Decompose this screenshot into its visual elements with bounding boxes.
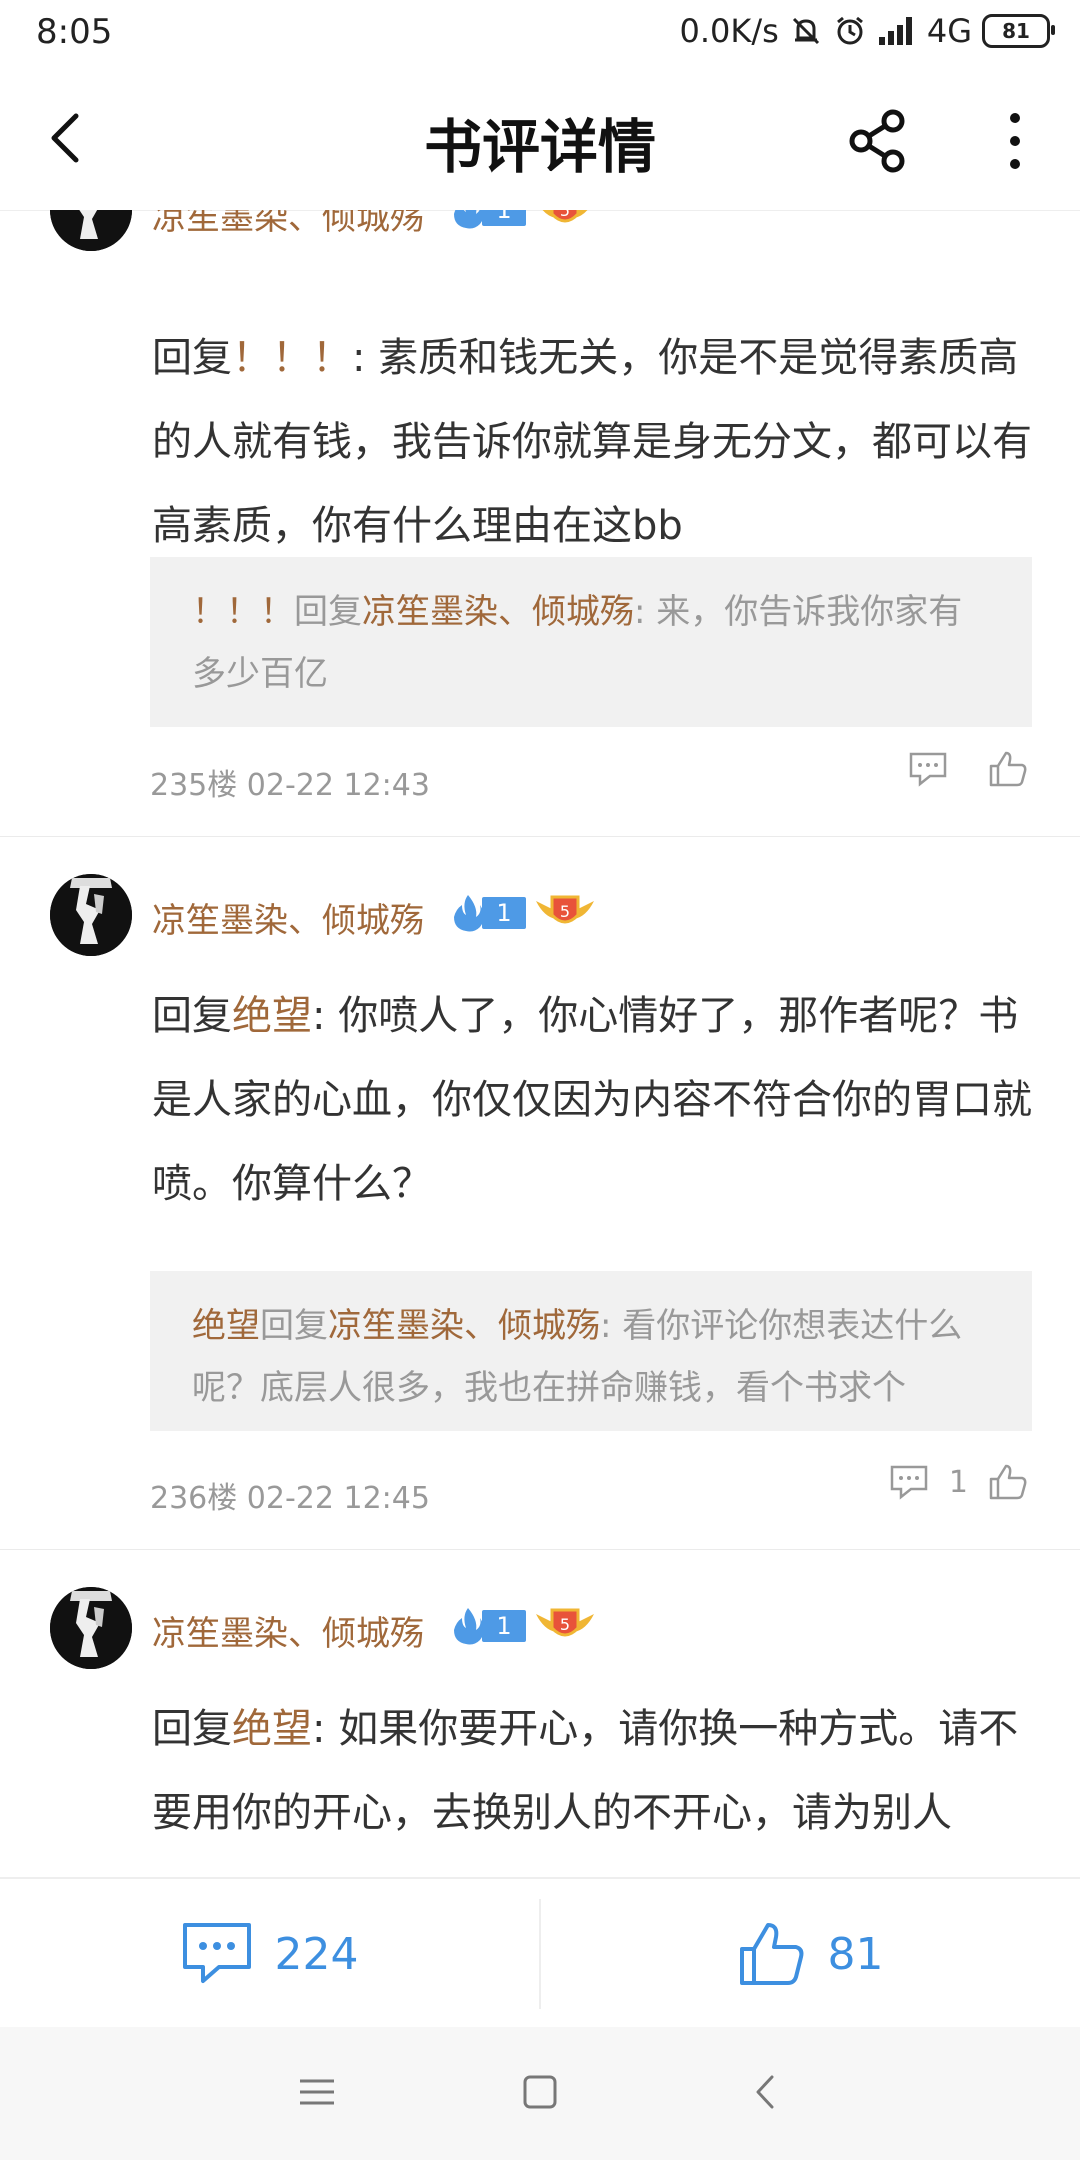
avatar-image [50, 874, 132, 956]
status-icons: 0.0K/s 4G 81 [679, 12, 1055, 50]
like-icon[interactable] [988, 750, 1028, 788]
username[interactable]: 凉笙墨染、倾城殇 [152, 1606, 424, 1655]
floor-time: 235楼 02-22 12:43 [150, 768, 430, 803]
like-button[interactable]: 81 [541, 1879, 1080, 2029]
username[interactable]: 凉笙墨染、倾城殇 [152, 893, 424, 942]
level-badge: 1 [448, 895, 526, 932]
svg-text:5: 5 [560, 210, 570, 220]
medal-icon: 5 [542, 210, 588, 223]
quote-author[interactable]: ！！！ [192, 592, 294, 632]
system-nav-bar [0, 2027, 1080, 2160]
level-number: 1 [482, 210, 526, 226]
level-number: 1 [482, 897, 526, 929]
divider [0, 1549, 1080, 1550]
username[interactable]: 凉笙墨染、倾城殇 [152, 210, 424, 239]
reply-target[interactable]: 绝望 [232, 1706, 312, 1752]
quote-target[interactable]: 凉笙墨染、倾城殇 [362, 592, 634, 632]
menu-icon[interactable] [292, 2067, 342, 2117]
page-title: 书评详情 [423, 113, 656, 181]
bottom-action-bar: 224 81 [0, 1877, 1080, 2029]
level-badge: 1 [448, 1608, 526, 1645]
net-speed: 0.0K/s [679, 12, 779, 50]
avatar[interactable] [50, 1587, 132, 1669]
comment-text: 回复！！！: 素质和钱无关，你是不是觉得素质高的人就有钱，我告诉你就算是身无分文… [152, 335, 1032, 549]
svg-text:5: 5 [560, 902, 570, 921]
comment-button[interactable]: 224 [0, 1879, 539, 2029]
quote-author[interactable]: 绝望 [192, 1306, 260, 1346]
quoted-reply[interactable]: 绝望回复凉笙墨染、倾城殇: 看你评论你想表达什么呢？底层人很多，我也在拼命赚钱，… [150, 1271, 1032, 1431]
quoted-reply[interactable]: ！！！回复凉笙墨染、倾城殇: 来，你告诉我你家有多少百亿 [150, 557, 1032, 727]
back-nav-icon[interactable] [742, 2067, 792, 2117]
quote-target[interactable]: 凉笙墨染、倾城殇 [328, 1306, 600, 1346]
battery-icon: 81 [982, 14, 1055, 48]
avatar-image [50, 210, 132, 251]
share-icon[interactable] [846, 108, 912, 174]
floor-time: 236楼 02-22 12:45 [150, 1481, 430, 1516]
like-count: 81 [827, 1928, 884, 1980]
network-type: 4G [926, 12, 972, 50]
comment-actions: 1 [889, 1463, 1028, 1501]
thumbs-up-icon [739, 1923, 803, 1985]
comment-icon [182, 1923, 251, 1983]
level-badge: 1 [448, 210, 526, 229]
home-icon[interactable] [515, 2067, 565, 2117]
mute-icon [792, 17, 819, 45]
app-header: 书评详情 [0, 70, 1080, 211]
status-bar: 8:05 0.0K/s 4G 81 [0, 0, 1080, 70]
divider [0, 836, 1080, 837]
comment-count: 224 [274, 1928, 359, 1980]
reply-icon[interactable] [908, 751, 948, 787]
avatar[interactable] [50, 210, 132, 251]
reply-target[interactable]: ！！！ [232, 335, 352, 381]
comment-text: 回复绝望: 你喷人了，你心情好了，那作者呢？书是人家的心血，你仅仅因为内容不符合… [152, 993, 1032, 1207]
signal-icon [878, 17, 912, 45]
avatar[interactable] [50, 874, 132, 956]
more-icon[interactable] [1000, 108, 1030, 174]
avatar-image [50, 1587, 132, 1669]
svg-text:5: 5 [560, 1615, 570, 1634]
like-icon[interactable] [988, 1463, 1028, 1501]
reply-target[interactable]: 绝望 [232, 993, 312, 1039]
reply-count: 1 [948, 1464, 968, 1500]
comment-text: 回复绝望: 如果你要开心，请你换一种方式。请不要用你的开心，去换别人的不开心，请… [152, 1706, 1019, 1836]
comment-actions [908, 750, 1028, 788]
alarm-icon [836, 16, 863, 45]
medal-icon: 5 [536, 895, 594, 924]
medal-icon: 5 [536, 1608, 594, 1637]
status-time: 8:05 [36, 12, 113, 52]
comment-list[interactable]: 凉笙墨染、倾城殇 1 5 回复！！！: 素质和钱无关，你是不是觉得素质高的人就有… [0, 210, 1080, 1877]
reply-icon[interactable] [889, 1464, 929, 1500]
level-number: 1 [482, 1610, 526, 1642]
